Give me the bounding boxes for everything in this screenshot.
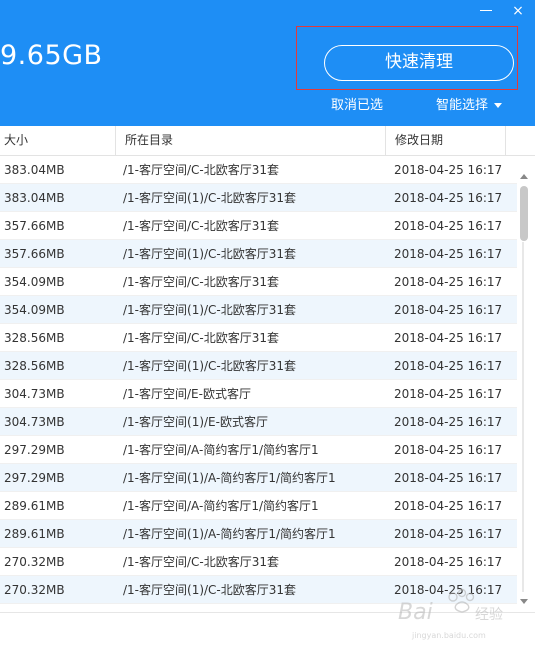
directory-cell: /1-客厅空间(1)/C-北欧客厅31套	[123, 583, 297, 597]
table-row[interactable]: 354.09MB/1-客厅空间/C-北欧客厅31套 2018-04-25 16:1…	[0, 268, 517, 296]
directory-cell: /1-客厅空间/E-欧式客厅	[123, 387, 251, 401]
file-size-cell: 297.29MB	[4, 471, 65, 485]
modified-date-cell: 2018-04-25 16:17	[394, 527, 503, 541]
table-row[interactable]: 383.04MB/1-客厅空间(1)/C-北欧客厅31套 2018-04-25 1…	[0, 184, 517, 212]
svg-text:经验: 经验	[475, 607, 503, 623]
directory-cell: /1-客厅空间(1)/C-北欧客厅31套	[123, 247, 297, 261]
table-row[interactable]: 297.29MB/1-客厅空间(1)/A-简约客厅1/简约客厅1 2018-04-…	[0, 464, 517, 492]
table-row[interactable]: 304.73MB/1-客厅空间(1)/E-欧式客厅 2018-04-25 16:1…	[0, 408, 517, 436]
scrollbar-thumb[interactable]	[520, 186, 528, 241]
modified-date-cell: 2018-04-25 16:17	[394, 275, 503, 289]
modified-date-cell: 2018-04-25 16:17	[394, 415, 503, 429]
file-size-cell: 289.61MB	[4, 527, 65, 541]
header-bar: × 9.65GB 快速清理 取消已选 智能选择	[0, 0, 535, 126]
table-row[interactable]: 383.04MB/1-客厅空间/C-北欧客厅31套 2018-04-25 16:1…	[0, 156, 517, 184]
table-row[interactable]: 304.73MB/1-客厅空间/E-欧式客厅 2018-04-25 16:17	[0, 380, 517, 408]
watermark-url: jingyan.baidu.com	[411, 631, 486, 640]
scrollbar-track[interactable]	[522, 242, 524, 592]
modified-date-cell: 2018-04-25 16:17	[394, 443, 503, 457]
directory-cell: /1-客厅空间/C-北欧客厅31套	[123, 219, 280, 233]
table-row[interactable]: 289.61MB/1-客厅空间(1)/A-简约客厅1/简约客厅1 2018-04-…	[0, 520, 517, 548]
modified-date-cell: 2018-04-25 16:17	[394, 359, 503, 373]
directory-cell: /1-客厅空间(1)/A-简约客厅1/简约客厅1	[123, 527, 336, 541]
scroll-up-icon[interactable]	[520, 174, 528, 179]
directory-cell: /1-客厅空间(1)/C-北欧客厅31套	[123, 191, 297, 205]
table-row[interactable]: 289.61MB/1-客厅空间/A-简约客厅1/简约客厅1 2018-04-25 …	[0, 492, 517, 520]
modified-date-cell: 2018-04-25 16:17	[394, 471, 503, 485]
modified-date-cell: 2018-04-25 16:17	[394, 555, 503, 569]
file-size-cell: 270.32MB	[4, 583, 65, 597]
file-size-cell: 304.73MB	[4, 415, 65, 429]
file-size-cell: 289.61MB	[4, 499, 65, 513]
directory-cell: /1-客厅空间/C-北欧客厅31套	[123, 275, 280, 289]
modified-date-cell: 2018-04-25 16:17	[394, 499, 503, 513]
file-list: 383.04MB/1-客厅空间/C-北欧客厅31套 2018-04-25 16:1…	[0, 156, 517, 612]
total-size-label: 9.65GB	[0, 40, 103, 71]
vertical-scrollbar[interactable]	[517, 156, 532, 612]
directory-cell: /1-客厅空间/A-简约客厅1/简约客厅1	[123, 443, 319, 457]
file-size-cell: 383.04MB	[4, 191, 65, 205]
file-size-cell: 357.66MB	[4, 247, 65, 261]
column-header-directory[interactable]: 所在目录	[115, 126, 385, 155]
directory-cell: /1-客厅空间/C-北欧客厅31套	[123, 331, 280, 345]
table-row[interactable]: 328.56MB/1-客厅空间/C-北欧客厅31套 2018-04-25 16:1…	[0, 324, 517, 352]
table-row[interactable]: 297.29MB/1-客厅空间/A-简约客厅1/简约客厅1 2018-04-25 …	[0, 436, 517, 464]
modified-date-cell: 2018-04-25 16:17	[394, 247, 503, 261]
cancel-selection-button[interactable]: 取消已选	[331, 94, 383, 113]
file-size-cell: 354.09MB	[4, 275, 65, 289]
table-row[interactable]: 328.56MB/1-客厅空间(1)/C-北欧客厅31套 2018-04-25 1…	[0, 352, 517, 380]
baidu-jingyan-watermark: Bai 经验 jingyan.baidu.com	[398, 588, 503, 640]
table-row[interactable]: 354.09MB/1-客厅空间(1)/C-北欧客厅31套 2018-04-25 1…	[0, 296, 517, 324]
directory-cell: /1-客厅空间/A-简约客厅1/简约客厅1	[123, 499, 319, 513]
directory-cell: /1-客厅空间/C-北欧客厅31套	[123, 163, 280, 177]
modified-date-cell: 2018-04-25 16:17	[394, 387, 503, 401]
file-size-cell: 297.29MB	[4, 443, 65, 457]
svg-text:Bai: Bai	[398, 600, 433, 625]
table-row[interactable]: 357.66MB/1-客厅空间/C-北欧客厅31套 2018-04-25 16:1…	[0, 212, 517, 240]
smart-select-dropdown[interactable]: 智能选择	[436, 94, 503, 113]
table-row[interactable]: 270.32MB/1-客厅空间/C-北欧客厅31套 2018-04-25 16:1…	[0, 548, 517, 576]
table-header: 大小 所在目录 修改日期	[0, 126, 535, 156]
file-size-cell: 354.09MB	[4, 303, 65, 317]
modified-date-cell: 2018-04-25 16:17	[394, 219, 503, 233]
directory-cell: /1-客厅空间(1)/A-简约客厅1/简约客厅1	[123, 471, 336, 485]
table-row[interactable]: 357.66MB/1-客厅空间(1)/C-北欧客厅31套 2018-04-25 1…	[0, 240, 517, 268]
column-header-date[interactable]: 修改日期	[385, 126, 505, 155]
modified-date-cell: 2018-04-25 16:17	[394, 331, 503, 345]
file-size-cell: 304.73MB	[4, 387, 65, 401]
directory-cell: /1-客厅空间/C-北欧客厅31套	[123, 555, 280, 569]
smart-select-label: 智能选择	[436, 98, 489, 113]
caret-down-icon	[494, 103, 503, 108]
file-size-cell: 328.56MB	[4, 359, 65, 373]
column-header-size[interactable]: 大小	[0, 126, 115, 155]
modified-date-cell: 2018-04-25 16:17	[394, 191, 503, 205]
modified-date-cell: 2018-04-25 16:17	[394, 163, 503, 177]
file-size-cell: 270.32MB	[4, 555, 65, 569]
minimize-icon[interactable]	[474, 2, 498, 20]
close-icon[interactable]: ×	[506, 2, 530, 20]
directory-cell: /1-客厅空间(1)/C-北欧客厅31套	[123, 359, 297, 373]
directory-cell: /1-客厅空间(1)/C-北欧客厅31套	[123, 303, 297, 317]
modified-date-cell: 2018-04-25 16:17	[394, 303, 503, 317]
quick-clean-button[interactable]: 快速清理	[324, 45, 514, 81]
column-header-spacer	[505, 126, 517, 155]
file-size-cell: 328.56MB	[4, 331, 65, 345]
directory-cell: /1-客厅空间(1)/E-欧式客厅	[123, 415, 268, 429]
file-size-cell: 383.04MB	[4, 163, 65, 177]
file-size-cell: 357.66MB	[4, 219, 65, 233]
